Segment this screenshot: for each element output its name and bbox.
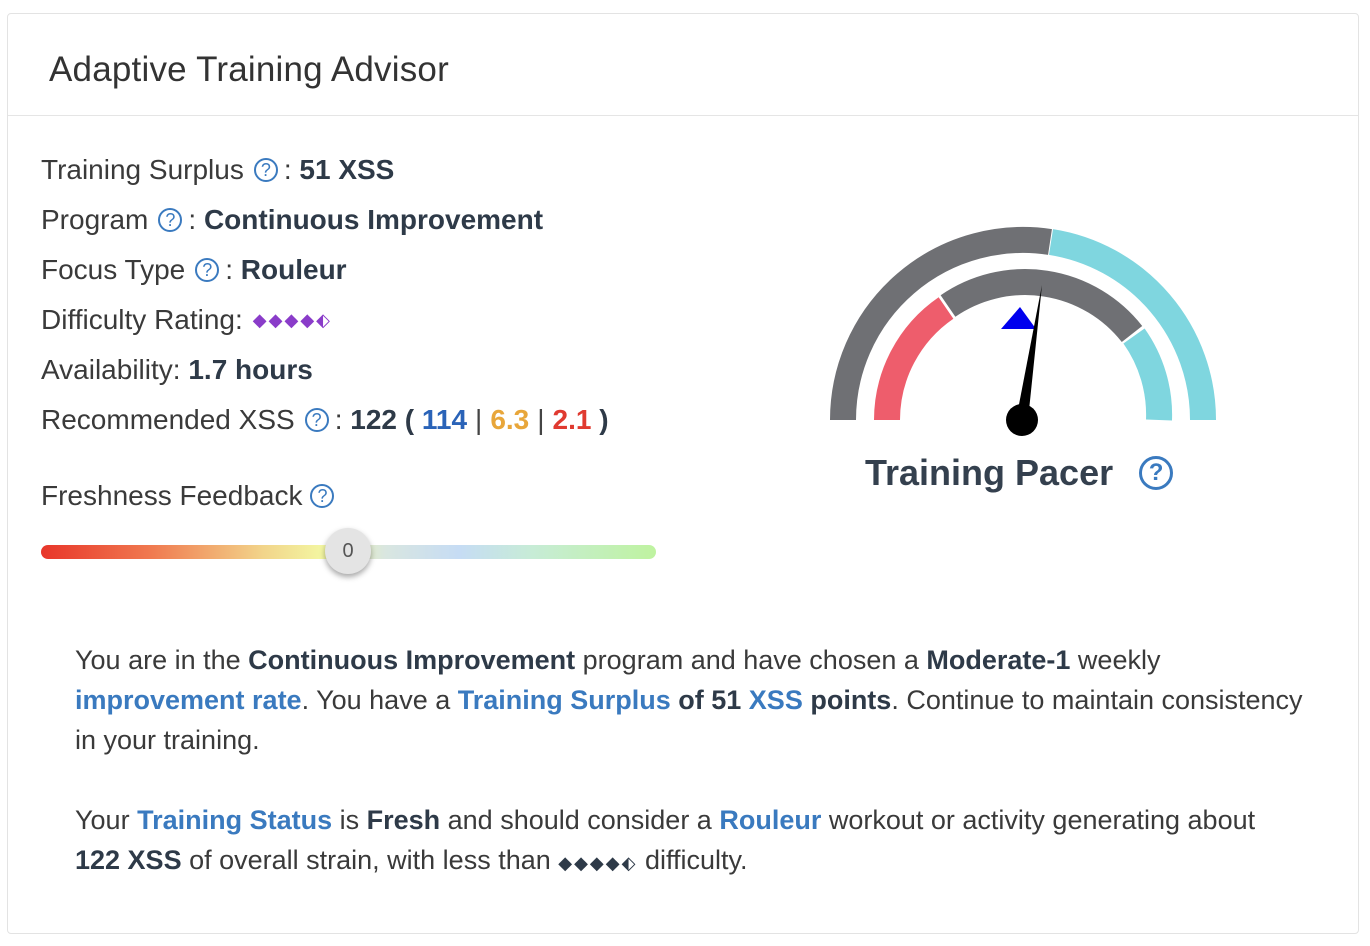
help-icon[interactable]: ? xyxy=(158,208,183,232)
help-icon[interactable]: ? xyxy=(1139,456,1174,490)
status-value: Fresh xyxy=(366,805,441,835)
colon: : xyxy=(334,404,351,435)
summary-text: workout or activity generating about xyxy=(821,805,1256,835)
help-icon[interactable]: ? xyxy=(253,158,278,182)
gauge-needle-hub xyxy=(1006,404,1038,436)
help-icon[interactable]: ? xyxy=(304,408,329,432)
help-icon[interactable]: ? xyxy=(195,258,220,282)
help-icon[interactable]: ? xyxy=(310,484,335,508)
summary-text: program and have chosen a xyxy=(575,645,927,675)
training-pacer-title: Training Pacer ? xyxy=(865,452,1174,494)
xss-link[interactable]: XSS xyxy=(749,685,803,715)
separator: | xyxy=(537,404,545,435)
pacer-title-text: Training Pacer xyxy=(865,452,1114,493)
stat-value: Rouleur xyxy=(240,254,347,285)
difficulty-diamonds: ◆◆◆◆⬖ xyxy=(252,310,333,330)
colon: : xyxy=(225,254,241,285)
summary-paragraph-status: Your Training Status is Fresh and should… xyxy=(75,800,1305,883)
stat-value: 51 XSS xyxy=(299,154,395,185)
rate-level: Moderate-1 xyxy=(926,645,1071,675)
summary-text: is xyxy=(332,805,367,835)
freshness-feedback-label: Freshness Feedback ? xyxy=(41,480,340,512)
freshness-slider-handle[interactable]: 0 xyxy=(325,528,371,574)
summary-text: weekly xyxy=(1070,645,1161,675)
xss-value: 122 XSS xyxy=(75,845,182,875)
recommended-total: 122 xyxy=(350,404,397,435)
training-surplus-link[interactable]: Training Surplus xyxy=(458,685,671,715)
stats-list: Training Surplus ? : 51 XSS Program ? : … xyxy=(41,145,609,445)
summary-paragraph-program: You are in the Continuous Improvement pr… xyxy=(75,640,1305,760)
stat-label: Training Surplus xyxy=(41,154,244,185)
summary-text: . You have a xyxy=(301,685,458,715)
summary-text: and should consider a xyxy=(440,805,720,835)
colon: : xyxy=(188,204,204,235)
recommended-low: 114 xyxy=(421,404,468,435)
card-title: Adaptive Training Advisor xyxy=(49,50,449,89)
summary-text: You are in the xyxy=(75,645,249,675)
rouleur-link[interactable]: Rouleur xyxy=(719,805,821,835)
improvement-rate-link[interactable]: improvement rate xyxy=(75,685,302,715)
paren-close: ) xyxy=(591,404,609,435)
gauge-needle xyxy=(1016,285,1042,420)
stat-recommended-xss: Recommended XSS ? : 122 ( 114 | 6.3 | 2.… xyxy=(41,395,609,445)
paren-open: ( xyxy=(396,404,422,435)
summary-text: difficulty. xyxy=(637,845,748,875)
training-pacer-gauge xyxy=(830,227,1217,436)
summary-text: Your xyxy=(75,805,138,835)
stat-difficulty-rating: Difficulty Rating: ◆◆◆◆⬖ xyxy=(41,295,609,345)
stat-label: Availability: xyxy=(41,354,181,385)
gauge-inner-red-arc xyxy=(874,297,954,421)
stat-label: Difficulty Rating: xyxy=(41,304,243,335)
gauge-target-marker xyxy=(1001,307,1036,329)
difficulty-diamonds: ◆◆◆◆⬖ xyxy=(558,853,638,873)
stat-training-surplus: Training Surplus ? : 51 XSS xyxy=(41,145,609,195)
stat-label: Focus Type xyxy=(41,254,186,285)
summary-text: of overall strain, with less than xyxy=(181,845,559,875)
gauge-inner-cyan-arc xyxy=(1123,328,1173,421)
recommended-high: 6.3 xyxy=(490,404,530,435)
surplus-amount: of 51 xyxy=(670,685,749,715)
stat-value: 1.7 hours xyxy=(188,354,313,385)
stat-label: Recommended XSS xyxy=(41,404,295,435)
slider-value: 0 xyxy=(342,539,354,562)
freshness-label-text: Freshness Feedback xyxy=(41,480,303,511)
program-name: Continuous Improvement xyxy=(248,645,576,675)
training-status-link[interactable]: Training Status xyxy=(137,805,332,835)
card-header: Adaptive Training Advisor xyxy=(8,14,1358,116)
recommended-peak: 2.1 xyxy=(552,404,592,435)
stat-availability: Availability: 1.7 hours xyxy=(41,345,609,395)
stat-value: Continuous Improvement xyxy=(203,204,544,235)
advisor-summary: You are in the Continuous Improvement pr… xyxy=(75,640,1305,923)
points-text: points xyxy=(802,685,892,715)
stat-focus-type: Focus Type ? : Rouleur xyxy=(41,245,609,295)
colon: : xyxy=(283,154,300,185)
gauge-inner-grey-arc xyxy=(940,269,1143,343)
gauge-outer-grey-arc xyxy=(830,227,1052,421)
stat-program: Program ? : Continuous Improvement xyxy=(41,195,609,245)
separator: | xyxy=(475,404,483,435)
stat-label: Program xyxy=(41,204,149,235)
